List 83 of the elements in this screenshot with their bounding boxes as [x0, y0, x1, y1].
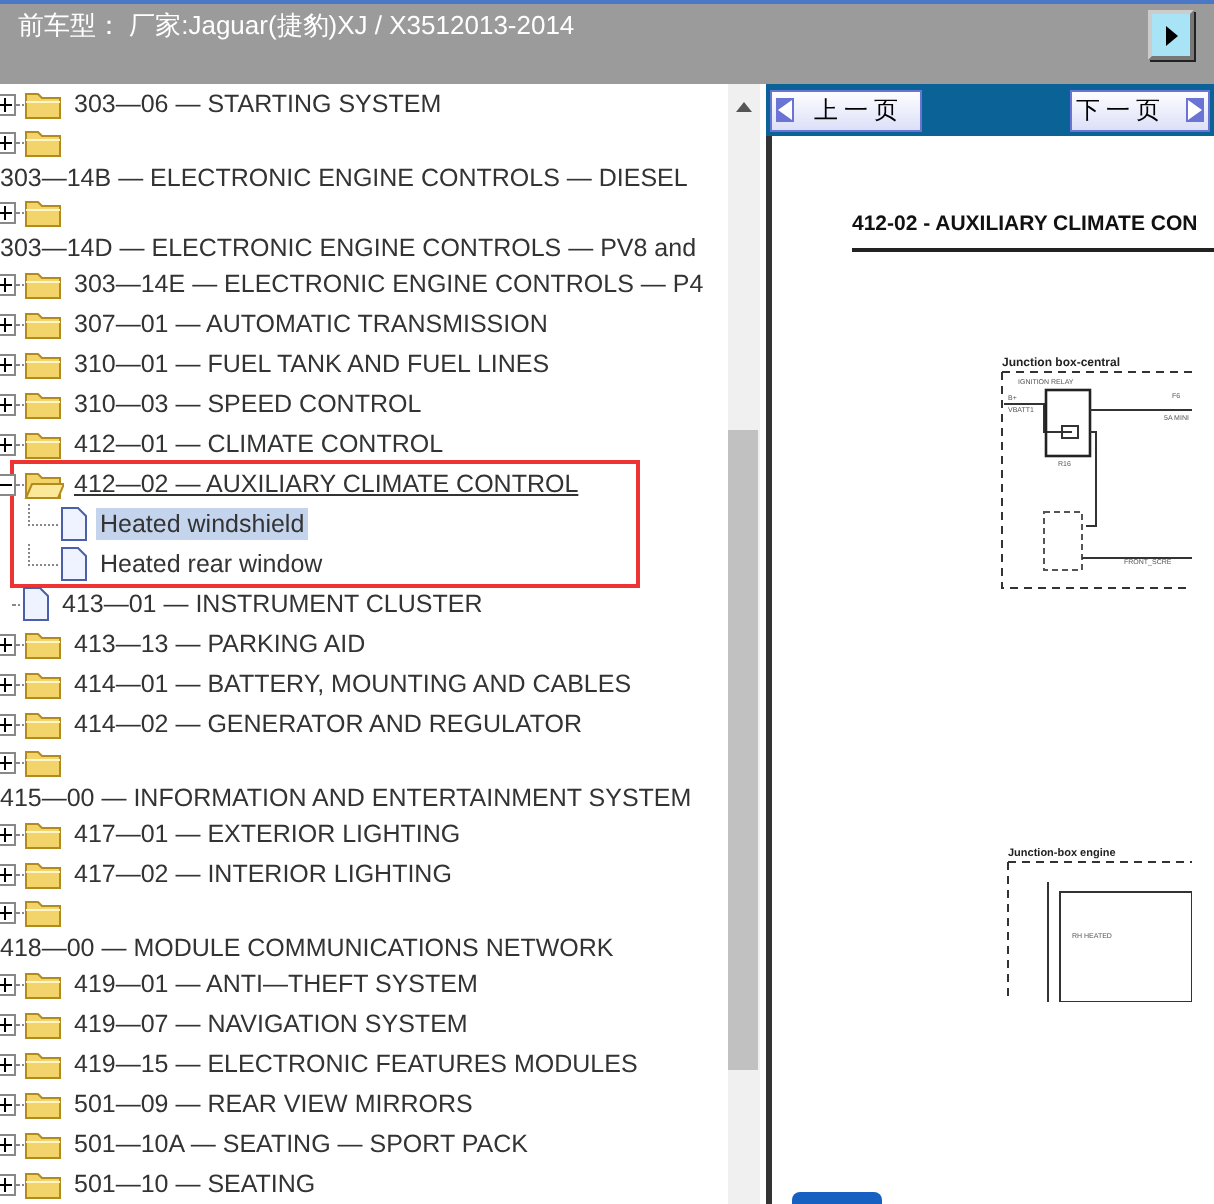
folder-icon — [24, 746, 64, 778]
expand-icon[interactable] — [0, 93, 16, 115]
folder-icon — [24, 308, 64, 340]
tree-item[interactable]: 412—01 — CLIMATE CONTROL — [70, 428, 448, 460]
arrow-right-icon — [1186, 98, 1204, 122]
tree-item[interactable]: 419—01 — ANTI—THEFT SYSTEM — [70, 968, 482, 1000]
tree-item[interactable]: 413—13 — PARKING AID — [70, 628, 370, 660]
document-heading: 412-02 - AUXILIARY CLIMATE CON — [852, 212, 1200, 236]
arrow-left-icon — [776, 98, 794, 122]
folder-icon — [24, 818, 64, 850]
tree-item[interactable]: 419—07 — NAVIGATION SYSTEM — [70, 1008, 472, 1040]
expand-icon[interactable] — [0, 1053, 16, 1075]
folder-icon — [24, 1008, 64, 1040]
tree-item[interactable]: 501—09 — REAR VIEW MIRRORS — [70, 1088, 477, 1120]
arrow-right-icon — [1161, 23, 1181, 47]
expand-icon[interactable] — [0, 393, 16, 415]
tree-item[interactable]: 414—02 — GENERATOR AND REGULATOR — [70, 708, 587, 740]
folder-icon — [24, 468, 64, 500]
tree-item[interactable]: 417—01 — EXTERIOR LIGHTING — [70, 818, 465, 850]
scroll-up-icon[interactable] — [734, 100, 754, 112]
expand-icon[interactable] — [0, 633, 16, 655]
folder-icon — [24, 348, 64, 380]
tree-item[interactable]: Heated windshield — [96, 508, 309, 540]
toggle-panel-button[interactable] — [1148, 10, 1194, 60]
expand-icon[interactable] — [0, 1013, 16, 1035]
folder-icon — [24, 1168, 64, 1200]
document-icon — [20, 586, 52, 622]
folder-icon — [24, 1128, 64, 1160]
tree-item[interactable]: 310—03 — SPEED CONTROL — [70, 388, 426, 420]
folder-icon — [24, 428, 64, 460]
tree-item[interactable]: 303—14B — ELECTRONIC ENGINE CONTROLS — DIESEL — [0, 161, 692, 193]
tree-item[interactable]: 413—01 — INSTRUMENT CLUSTER — [58, 588, 487, 620]
collapse-icon[interactable] — [0, 473, 16, 495]
expand-icon[interactable] — [0, 1173, 16, 1195]
tree-item[interactable]: 303—14D — ELECTRONIC ENGINE CONTROLS — PV8 and — [0, 231, 701, 263]
folder-icon — [24, 1088, 64, 1120]
tree-item[interactable]: 303—14E — ELECTRONIC ENGINE CONTROLS — P4 — [70, 268, 708, 300]
expand-icon[interactable] — [0, 201, 16, 223]
expand-icon[interactable] — [0, 973, 16, 995]
folder-icon — [24, 126, 64, 158]
expand-icon[interactable] — [0, 751, 16, 773]
scrollbar-thumb[interactable] — [728, 430, 758, 1070]
folder-icon — [24, 968, 64, 1000]
expand-icon[interactable] — [0, 901, 16, 923]
tree-item[interactable]: 419—15 — ELECTRONIC FEATURES MODULES — [70, 1048, 642, 1080]
expand-icon[interactable] — [0, 1133, 16, 1155]
expand-icon[interactable] — [0, 1093, 16, 1115]
previous-page-button[interactable]: 上一页 — [770, 89, 922, 131]
expand-icon[interactable] — [0, 863, 16, 885]
tree-item[interactable]: 501—10 — SEATING — [70, 1168, 320, 1200]
tree-item[interactable]: 417—02 — INTERIOR LIGHTING — [70, 858, 456, 890]
expand-icon[interactable] — [0, 433, 16, 455]
tree-item[interactable]: 415—00 — INFORMATION AND ENTERTAINMENT SYSTEM — [0, 781, 696, 813]
expand-icon[interactable] — [0, 353, 16, 375]
folder-icon — [24, 196, 64, 228]
document-icon — [58, 546, 90, 582]
folder-icon — [24, 1048, 64, 1080]
expand-icon[interactable] — [0, 313, 16, 335]
expand-icon[interactable] — [0, 713, 16, 735]
folder-icon — [24, 708, 64, 740]
expand-icon[interactable] — [0, 673, 16, 695]
document-icon — [58, 506, 90, 542]
folder-icon — [24, 88, 64, 120]
folder-icon — [24, 388, 64, 420]
expand-icon[interactable] — [0, 131, 16, 153]
tree-item[interactable]: 501—10A — SEATING — SPORT PACK — [70, 1128, 532, 1160]
vehicle-title: 前车型： 厂家:Jaguar(捷豹)XJ / X3512013-2014 — [18, 8, 575, 44]
next-page-button[interactable]: 下一页 — [1070, 89, 1210, 131]
folder-icon — [24, 668, 64, 700]
tree-item[interactable]: 412—02 — AUXILIARY CLIMATE CONTROL — [70, 468, 583, 500]
folder-icon — [24, 858, 64, 890]
expand-icon[interactable] — [0, 823, 16, 845]
tree-item[interactable]: 307—01 — AUTOMATIC TRANSMISSION — [70, 308, 552, 340]
folder-icon — [24, 896, 64, 928]
tree-item[interactable]: 418—00 — MODULE COMMUNICATIONS NETWORK — [0, 931, 618, 963]
scrollbar[interactable] — [728, 84, 760, 1204]
folder-icon — [24, 268, 64, 300]
tree-item[interactable]: Heated rear window — [96, 548, 327, 580]
expand-icon[interactable] — [0, 273, 16, 295]
tree-item[interactable]: 303—06 — STARTING SYSTEM — [70, 88, 446, 120]
tree-item[interactable]: 414—01 — BATTERY, MOUNTING AND CABLES — [70, 668, 636, 700]
folder-icon — [24, 628, 64, 660]
tree-item[interactable]: 310—01 — FUEL TANK AND FUEL LINES — [70, 348, 554, 380]
